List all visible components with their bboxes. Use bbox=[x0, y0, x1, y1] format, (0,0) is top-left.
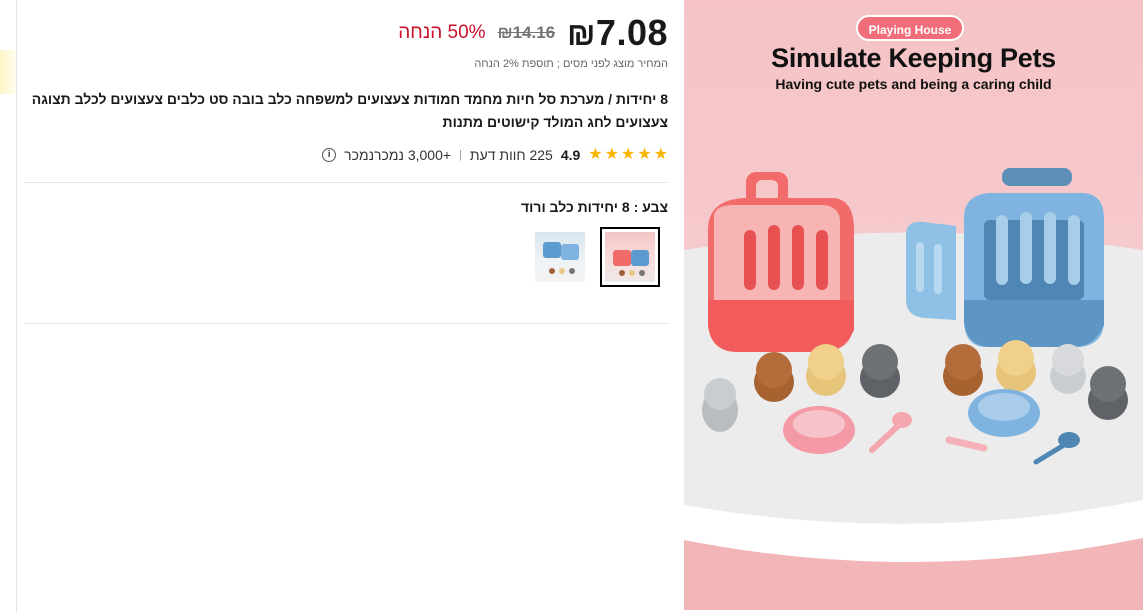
variant-swatch-blue[interactable] bbox=[530, 227, 590, 287]
star-icon: ★ bbox=[588, 146, 603, 163]
hero-badge: Playing House bbox=[856, 15, 964, 41]
divider bbox=[25, 182, 668, 183]
variant-thumbnail bbox=[605, 232, 655, 282]
hero-subtitle: Having cute pets and being a caring chil… bbox=[775, 76, 1052, 92]
variant-swatch-pink[interactable] bbox=[600, 227, 660, 287]
info-icon[interactable]: i bbox=[322, 148, 337, 162]
star-icon: ★ bbox=[637, 146, 652, 163]
product-info-panel: ₪7.08 ₪14.16 50% הנחה המחיר מוצג לפני מס… bbox=[25, 0, 668, 613]
currency-symbol: ₪ bbox=[567, 16, 596, 52]
review-count[interactable]: 225 חוות דעת bbox=[470, 147, 553, 163]
rating-value: 4.9 bbox=[560, 147, 581, 163]
star-icon: ★ bbox=[620, 146, 636, 163]
original-price: ₪14.16 bbox=[497, 23, 556, 42]
hero-title: Simulate Keeping Pets bbox=[771, 43, 1056, 73]
separator: | bbox=[459, 149, 462, 161]
left-panel-highlight bbox=[0, 50, 16, 94]
star-icon: ★ bbox=[604, 146, 619, 163]
sold-count: +3,000 נמכרנמכר bbox=[344, 147, 452, 163]
variant-swatches bbox=[530, 227, 660, 287]
divider bbox=[25, 323, 668, 324]
rating-stars: ★ ★ ★ ★ ★ bbox=[588, 147, 668, 163]
rating-row[interactable]: ★ ★ ★ ★ ★ 4.9 225 חוות דעת | +3,000 נמכר… bbox=[322, 145, 668, 165]
star-icon: ★ bbox=[653, 146, 668, 163]
tax-note: המחיר מוצג לפני מסים ; תוספת 2% הנחה bbox=[474, 58, 668, 70]
discount-label: 50% הנחה bbox=[398, 22, 486, 43]
left-panel-edge bbox=[0, 0, 17, 613]
variant-label: צבע : 8 יחידות כלב ורוד bbox=[521, 199, 668, 215]
product-hero-image[interactable]: Playing House Simulate Keeping Pets Havi… bbox=[684, 0, 1143, 610]
current-price-value: 7.08 bbox=[595, 12, 668, 53]
variant-thumbnail bbox=[535, 232, 585, 282]
price-row: ₪7.08 ₪14.16 50% הנחה bbox=[398, 10, 668, 56]
product-title: 8 יחידות / מערכת סל חיות מחמד חמודות צעצ… bbox=[31, 91, 668, 130]
current-price: ₪7.08 bbox=[567, 12, 668, 54]
